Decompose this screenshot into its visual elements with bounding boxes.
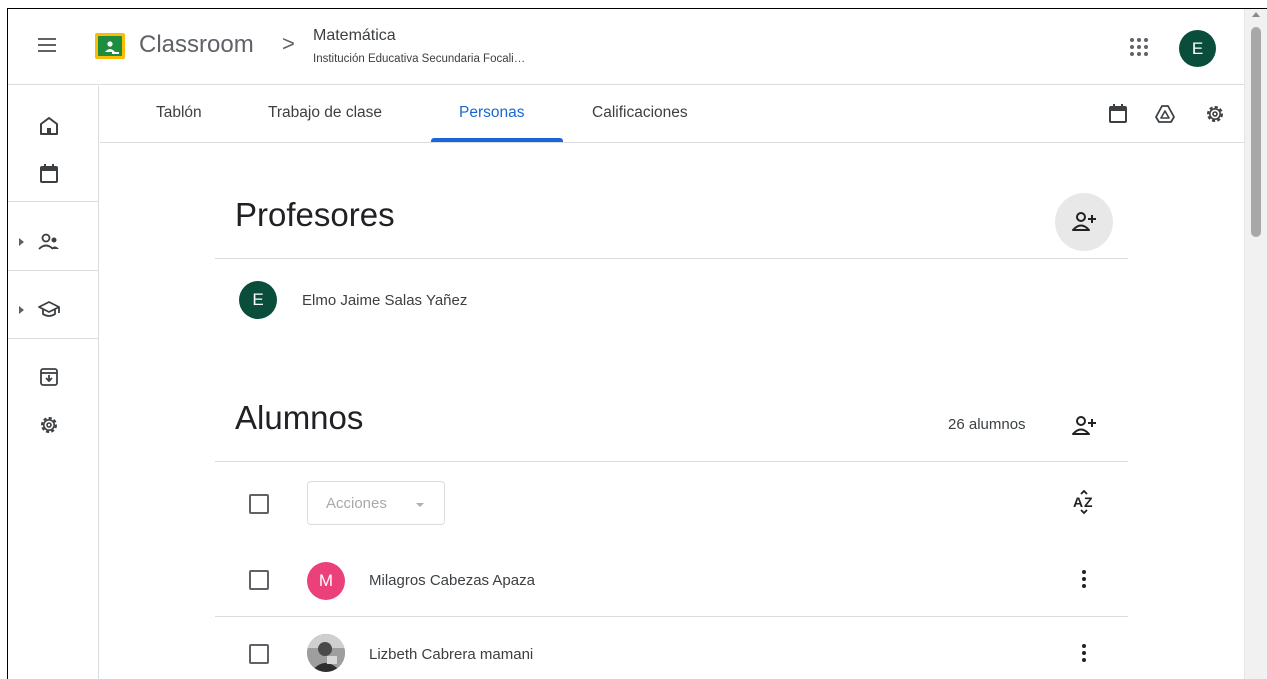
- teacher-name: Elmo Jaime Salas Yañez: [302, 292, 468, 309]
- more-options-icon[interactable]: [1074, 642, 1094, 666]
- students-divider: [215, 461, 1128, 462]
- teachers-heading: Profesores: [235, 196, 395, 233]
- page-scrollbar[interactable]: [1244, 9, 1267, 679]
- student-name: Lizbeth Cabrera mamani: [369, 646, 534, 663]
- more-options-icon[interactable]: [1074, 568, 1094, 592]
- class-subtitle: Institución Educativa Secundaria Focali…: [313, 53, 526, 65]
- active-tab-indicator: [431, 138, 563, 142]
- student-photo-avatar: [307, 634, 345, 672]
- calendar-icon[interactable]: [37, 162, 61, 186]
- archive-icon[interactable]: [37, 365, 61, 389]
- student-checkbox[interactable]: [249, 644, 269, 664]
- sidebar-divider: [8, 201, 98, 202]
- breadcrumb-separator: >: [282, 31, 295, 56]
- tab-trabajo-de-clase[interactable]: Trabajo de clase: [268, 104, 382, 122]
- student-name: Milagros Cabezas Apaza: [369, 572, 535, 589]
- invite-teacher-button[interactable]: [1055, 193, 1113, 251]
- svg-text:A: A: [1073, 494, 1083, 510]
- scroll-up-arrow-icon[interactable]: [1252, 12, 1260, 17]
- expand-caret-icon[interactable]: [19, 306, 24, 314]
- expand-caret-icon[interactable]: [19, 238, 24, 246]
- settings-icon[interactable]: [37, 413, 61, 437]
- row-divider: [215, 616, 1128, 617]
- student-avatar: M: [307, 562, 345, 600]
- people-icon[interactable]: [37, 230, 61, 254]
- top-app-bar: Classroom > Matemática Institución Educa…: [8, 9, 1244, 85]
- actions-label: Acciones: [326, 495, 387, 512]
- teachers-divider: [215, 258, 1128, 259]
- classroom-logo[interactable]: [95, 33, 125, 59]
- account-avatar[interactable]: E: [1179, 30, 1216, 67]
- sidebar-divider: [8, 338, 98, 339]
- apps-grid-icon[interactable]: [1128, 36, 1150, 58]
- class-name[interactable]: Matemática: [313, 27, 396, 45]
- app-title[interactable]: Classroom: [139, 31, 254, 59]
- add-person-icon: [1072, 212, 1096, 231]
- invite-student-button[interactable]: [1071, 414, 1097, 438]
- sidebar: [8, 86, 99, 679]
- class-tabs: Tablón Trabajo de clase Personas Calific…: [100, 86, 1246, 143]
- settings-icon[interactable]: [1204, 103, 1226, 125]
- students-count: 26 alumnos: [948, 416, 1026, 433]
- teacher-avatar: E: [239, 281, 277, 319]
- tab-calificaciones[interactable]: Calificaciones: [592, 104, 688, 122]
- sidebar-divider: [8, 270, 98, 271]
- scroll-thumb[interactable]: [1251, 27, 1261, 237]
- tab-tablon[interactable]: Tablón: [156, 104, 202, 122]
- select-all-checkbox[interactable]: [249, 494, 269, 514]
- drive-icon[interactable]: [1154, 103, 1176, 125]
- students-heading: Alumnos: [235, 399, 364, 436]
- student-checkbox[interactable]: [249, 570, 269, 590]
- browser-viewport: Classroom > Matemática Institución Educa…: [7, 8, 1267, 679]
- actions-dropdown[interactable]: Acciones: [307, 481, 445, 525]
- svg-text:Z: Z: [1084, 494, 1093, 510]
- menu-icon[interactable]: [34, 34, 60, 60]
- school-icon[interactable]: [37, 298, 61, 322]
- dropdown-caret-icon: [416, 503, 424, 507]
- calendar-icon[interactable]: [1107, 103, 1129, 125]
- home-icon[interactable]: [37, 114, 61, 138]
- tab-personas[interactable]: Personas: [459, 104, 524, 122]
- sort-az-icon[interactable]: A Z: [1072, 489, 1096, 515]
